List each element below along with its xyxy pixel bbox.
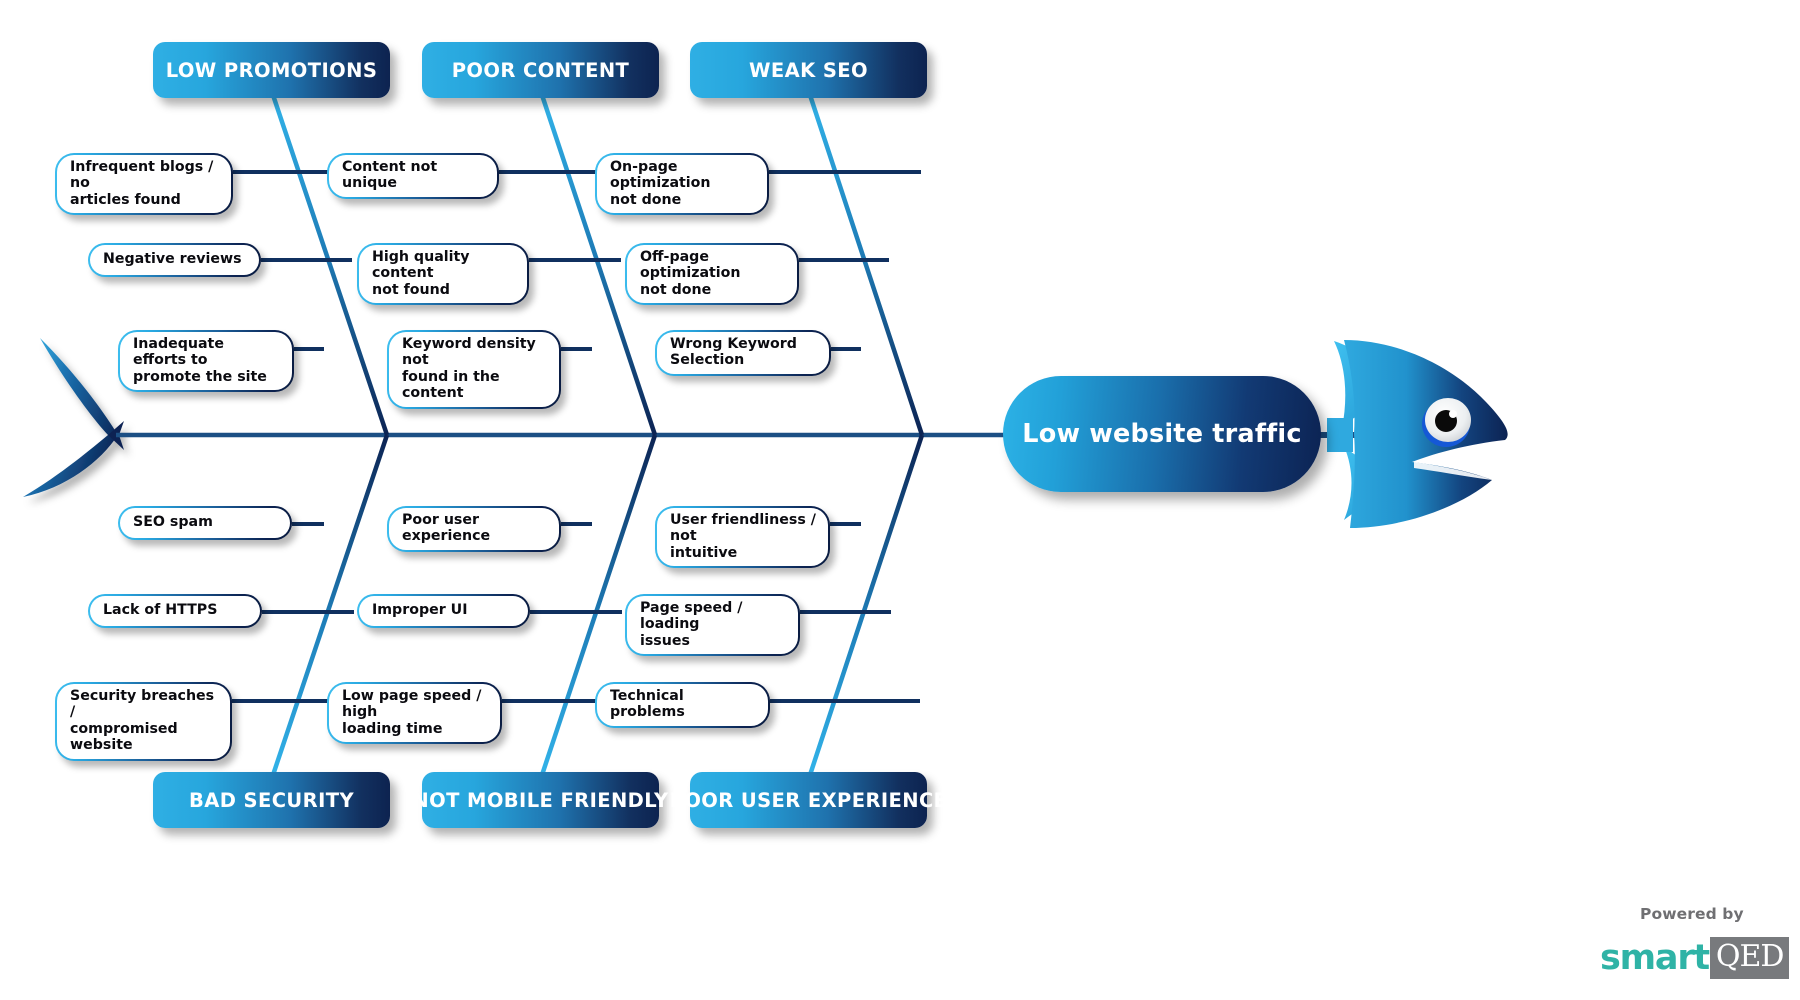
fishbone-artwork [23, 91, 1508, 779]
cause-label-line2: not found [372, 281, 450, 298]
cause-box[interactable]: Lack of HTTPS [88, 594, 262, 628]
eye-highlight [1449, 410, 1457, 418]
cause-label-line1: Infrequent blogs / no [70, 159, 214, 192]
logo-wordmark: smart [1600, 937, 1710, 978]
cause-label-line2: promote the site [133, 368, 267, 385]
cause-label-line1: Wrong Keyword Selection [670, 336, 797, 369]
fish-head-icon [1327, 340, 1508, 528]
cause-label-line1: Page speed / loading [640, 600, 743, 633]
cause-label-line1: Improper UI [372, 602, 468, 619]
cause-label-line1: Lack of HTTPS [103, 602, 218, 619]
category-header-low-promotions[interactable]: LOW PROMOTIONS [153, 42, 390, 98]
effect-box[interactable]: Low website traffic [1003, 376, 1321, 492]
cause-label-line1: Keyword density not [402, 336, 536, 369]
cause-box[interactable]: User friendliness / not intuitive [655, 506, 830, 568]
category-label: POOR CONTENT [451, 58, 630, 82]
category-header-poor-user-experience[interactable]: POOR USER EXPERIENCE [670, 772, 947, 828]
cause-box[interactable]: Negative reviews [88, 243, 261, 277]
cause-label-line2: not done [610, 191, 682, 208]
cause-box[interactable]: Off-page optimization not done [625, 243, 799, 305]
cause-label-line1: SEO spam [133, 514, 213, 531]
category-label: WEAK SEO [749, 58, 868, 82]
category-header-poor-content[interactable]: POOR CONTENT [422, 42, 659, 98]
cause-box[interactable]: Security breaches / compromised website [55, 682, 232, 761]
cause-box[interactable]: Inadequate efforts to promote the site [118, 330, 294, 392]
cause-label-line1: Low page speed / high [342, 688, 482, 721]
bone-bottom-3 [806, 434, 925, 779]
fishbone-diagram: LOW PROMOTIONS POOR CONTENT WEAK SEO BAD… [0, 0, 1800, 1000]
category-label: LOW PROMOTIONS [165, 58, 378, 82]
cause-box[interactable]: On-page optimization not done [595, 153, 769, 215]
cause-label-line2: loading time [342, 720, 443, 737]
powered-by-label: Powered by [1640, 905, 1744, 923]
cause-label-line2: intuitive [670, 544, 738, 561]
category-header-not-mobile-friendly[interactable]: NOT MOBILE FRIENDLY [412, 772, 668, 828]
cause-box[interactable]: Technical problems [595, 682, 770, 728]
cause-label-line2: not done [640, 281, 712, 298]
cause-box[interactable]: Keyword density not found in the content [387, 330, 561, 409]
logo-qed-mark: QED [1709, 937, 1790, 979]
cause-label-line2: issues [640, 632, 690, 649]
cause-label-line1: User friendliness / not [670, 512, 816, 545]
cause-box[interactable]: Content not unique [327, 153, 499, 199]
cause-box[interactable]: High quality content not found [357, 243, 529, 305]
cause-label-line1: Inadequate efforts to [133, 336, 224, 369]
cause-label-line1: Technical problems [610, 688, 685, 721]
effect-label: Low website traffic [1022, 419, 1302, 449]
category-header-bad-security[interactable]: BAD SECURITY [153, 772, 390, 828]
cause-box[interactable]: Infrequent blogs / no articles found [55, 153, 233, 215]
cause-box[interactable]: SEO spam [118, 506, 292, 540]
cause-label-line1: Off-page optimization [640, 249, 741, 282]
cause-label-line1: Negative reviews [103, 251, 242, 268]
cause-box[interactable]: Improper UI [357, 594, 530, 628]
cause-label-line1: Poor user experience [402, 512, 491, 545]
cause-box[interactable]: Poor user experience [387, 506, 561, 552]
cause-label-line1: Content not unique [342, 159, 438, 192]
category-label: POOR USER EXPERIENCE [669, 788, 948, 812]
cause-label-line2: found in the content [402, 368, 500, 402]
bone-top-3 [806, 91, 925, 436]
category-label: BAD SECURITY [189, 788, 354, 812]
cause-label-line2: compromised website [70, 720, 178, 754]
category-header-weak-seo[interactable]: WEAK SEO [690, 42, 927, 98]
cause-label-line2: articles found [70, 191, 181, 208]
cause-box[interactable]: Page speed / loading issues [625, 594, 800, 656]
cause-label-line1: Security breaches / [70, 688, 215, 721]
category-label: NOT MOBILE FRIENDLY [412, 788, 669, 812]
fish-tail-icon [23, 338, 124, 497]
cause-box[interactable]: Wrong Keyword Selection [655, 330, 831, 376]
cause-box[interactable]: Low page speed / high loading time [327, 682, 502, 744]
cause-label-line1: On-page optimization [610, 159, 711, 192]
smartqed-logo: smart QED [1600, 937, 1790, 979]
cause-label-line1: High quality content [372, 249, 470, 282]
